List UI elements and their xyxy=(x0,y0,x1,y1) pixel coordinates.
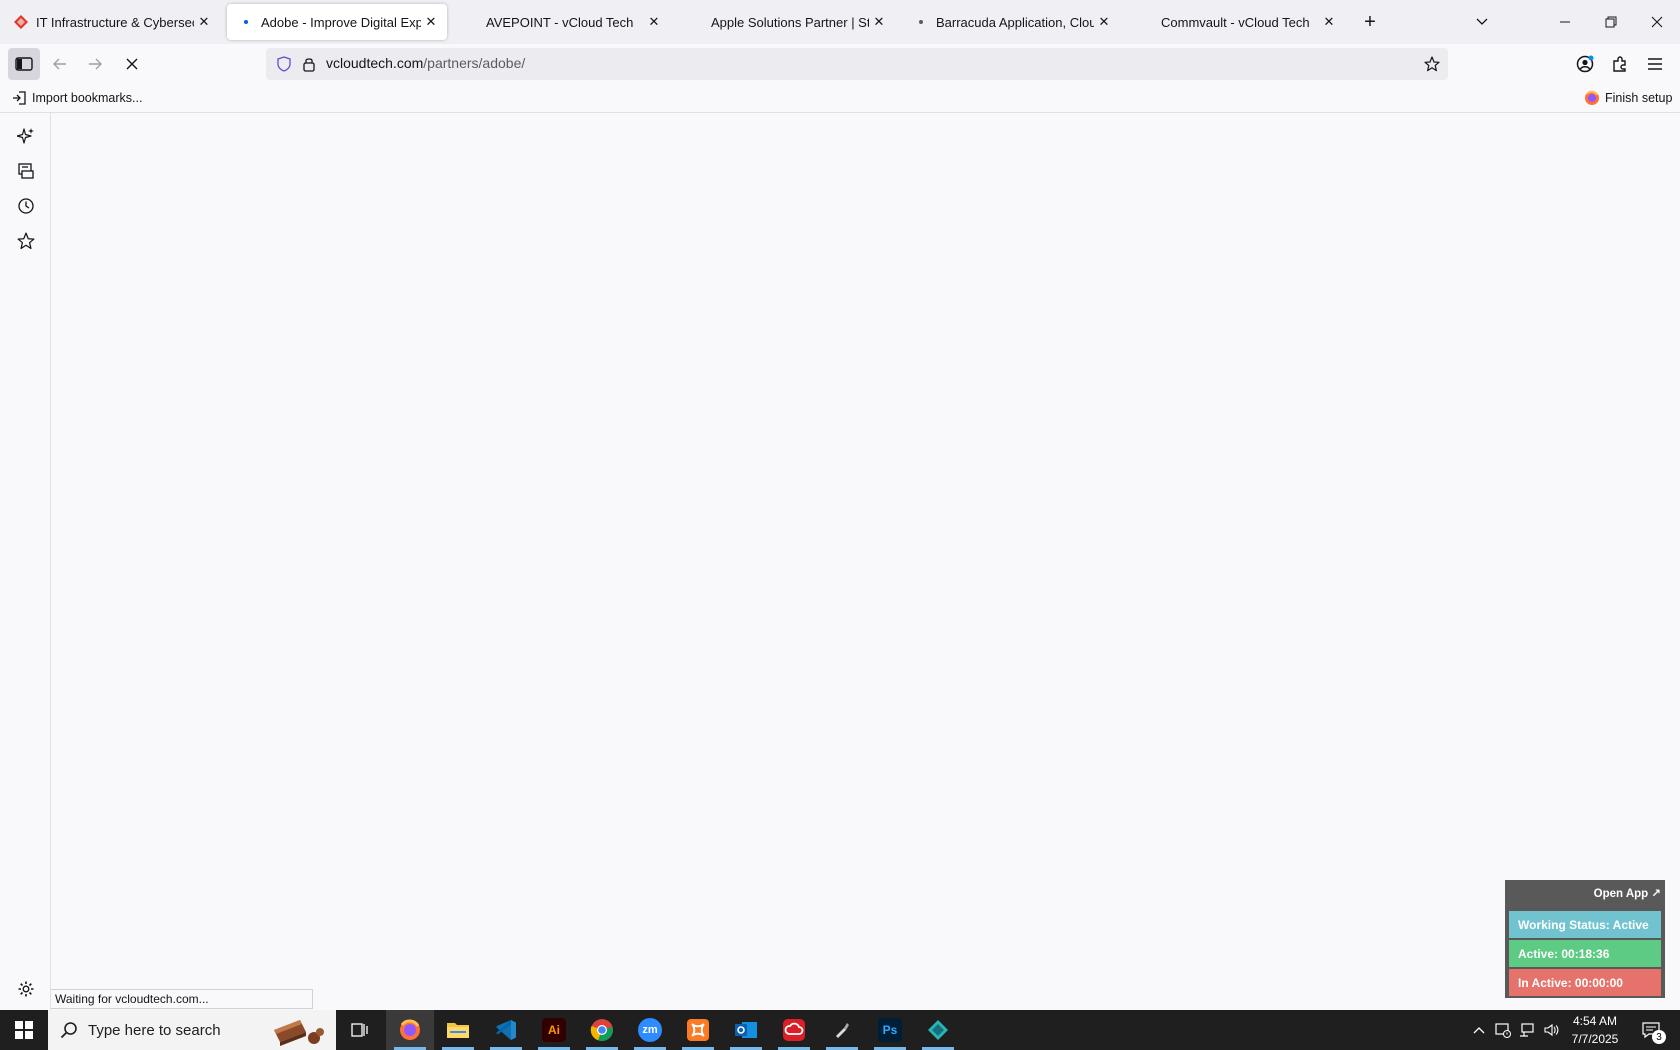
active-time-row: Active: 00:18:36 xyxy=(1509,940,1661,967)
taskbar-search-box[interactable]: Type here to search xyxy=(48,1010,336,1050)
tab-commvault[interactable]: Commvault - vCloud Tech ✕ xyxy=(1127,4,1345,40)
windows-logo-icon xyxy=(15,1021,33,1039)
inactive-time-row: In Active: 00:00:00 xyxy=(1509,969,1661,996)
close-tab-icon[interactable]: ✕ xyxy=(869,12,889,32)
photoshop-icon[interactable]: Ps xyxy=(866,1010,914,1050)
import-bookmarks-label: Import bookmarks... xyxy=(32,91,143,105)
notification-count-badge: 3 xyxy=(1652,1030,1666,1044)
vscode-icon[interactable] xyxy=(482,1010,530,1050)
show-hidden-icons-chevron-icon[interactable] xyxy=(1468,1010,1490,1050)
close-tab-icon[interactable]: ✕ xyxy=(421,12,441,32)
windows-taskbar: Type here to search Ai zm Ps 4:54 AM 7/7… xyxy=(0,1010,1680,1050)
list-all-tabs-button[interactable] xyxy=(1467,8,1497,36)
tab-strip: IT Infrastructure & Cybersecurity ✕ Adob… xyxy=(0,0,1680,44)
xampp-icon[interactable] xyxy=(674,1010,722,1050)
url-text[interactable]: vcloudtech.com/partners/adobe/ xyxy=(326,55,525,73)
tab-title: AVEPOINT - vCloud Tech xyxy=(486,14,634,30)
close-tab-icon[interactable]: ✕ xyxy=(1094,12,1114,32)
pen-tool-icon[interactable] xyxy=(818,1010,866,1050)
bookmarks-star-icon[interactable] xyxy=(15,230,37,252)
clock-date: 7/7/2025 xyxy=(1571,1032,1619,1046)
page-content-area xyxy=(51,113,1680,1010)
firefox-icon[interactable] xyxy=(386,1010,434,1050)
security-tray-icon[interactable] xyxy=(1492,1010,1514,1050)
stop-loading-button[interactable] xyxy=(116,48,148,80)
bookmarks-toolbar: Import bookmarks... Finish setup xyxy=(0,84,1680,113)
red-diamond-icon xyxy=(12,13,30,31)
lock-icon[interactable] xyxy=(302,56,322,72)
close-window-button[interactable] xyxy=(1642,8,1672,36)
tab-title: Adobe - Improve Digital Experience xyxy=(261,14,421,30)
tab-title: IT Infrastructure & Cybersecurity xyxy=(36,14,194,30)
tab-avepoint[interactable]: AVEPOINT - vCloud Tech ✕ xyxy=(452,4,670,40)
firefox-icon xyxy=(1584,90,1600,106)
new-tab-button[interactable]: + xyxy=(1358,10,1382,34)
extensions-icon[interactable] xyxy=(1604,48,1636,80)
import-bookmarks-button[interactable]: Import bookmarks... xyxy=(12,88,142,108)
tab-barracuda[interactable]: Barracuda Application, Cloud Security ✕ xyxy=(902,4,1120,40)
sidebar xyxy=(0,113,51,1010)
history-clock-icon[interactable] xyxy=(15,195,37,217)
work-status-widget: Open App ↗ Working Status: Active Active… xyxy=(1505,880,1665,998)
navigation-toolbar: vcloudtech.com/partners/adobe/ xyxy=(0,44,1680,84)
finish-setup-button[interactable]: Finish setup xyxy=(1584,88,1672,108)
zoom-icon[interactable]: zm xyxy=(626,1010,674,1050)
notifications-icon[interactable]: 3 xyxy=(1634,1010,1668,1050)
back-button[interactable] xyxy=(44,48,76,80)
status-bar-text: Waiting for vcloudtech.com... xyxy=(51,989,313,1009)
network-icon[interactable] xyxy=(1516,1010,1538,1050)
close-tab-icon[interactable]: ✕ xyxy=(194,12,214,32)
minimize-button[interactable] xyxy=(1550,8,1580,36)
open-app-link[interactable]: Open App ↗ xyxy=(1594,886,1661,900)
illustrator-icon[interactable]: Ai xyxy=(530,1010,578,1050)
tab-apple[interactable]: Apple Solutions Partner | Streamline ✕ xyxy=(677,4,895,40)
working-status-row: Working Status: Active xyxy=(1509,911,1661,938)
search-icon xyxy=(60,1021,78,1039)
chrome-icon[interactable] xyxy=(578,1010,626,1050)
finish-setup-label: Finish setup xyxy=(1605,91,1673,105)
close-tab-icon[interactable]: ✕ xyxy=(1319,12,1339,32)
tab-title: Apple Solutions Partner | Streamline xyxy=(711,14,869,30)
volume-icon[interactable] xyxy=(1540,1010,1562,1050)
sidebar-toggle-button[interactable] xyxy=(8,48,40,80)
sidebar-settings-gear-icon[interactable] xyxy=(15,978,37,1000)
app-icon[interactable] xyxy=(914,1010,962,1050)
file-explorer-icon[interactable] xyxy=(434,1010,482,1050)
search-placeholder: Type here to search xyxy=(88,1021,221,1039)
tab-it-infrastructure[interactable]: IT Infrastructure & Cybersecurity ✕ xyxy=(2,4,220,40)
url-path: /partners/adobe/ xyxy=(423,55,526,71)
address-bar[interactable]: vcloudtech.com/partners/adobe/ xyxy=(266,48,1448,80)
menu-hamburger-icon[interactable] xyxy=(1639,48,1671,80)
synced-tabs-icon[interactable] xyxy=(15,160,37,182)
restore-button[interactable] xyxy=(1596,8,1626,36)
tab-adobe[interactable]: Adobe - Improve Digital Experience ✕ xyxy=(227,4,447,40)
close-tab-icon[interactable]: ✕ xyxy=(644,12,664,32)
search-highlight-cake-icon xyxy=(270,1012,326,1048)
tab-title: Commvault - vCloud Tech xyxy=(1161,14,1310,30)
account-icon[interactable] xyxy=(1569,48,1601,80)
loading-dot-icon xyxy=(912,13,930,31)
loading-dot-icon xyxy=(237,13,255,31)
url-domain: vcloudtech.com xyxy=(326,55,424,71)
task-view-icon[interactable] xyxy=(336,1010,384,1050)
clock-time: 4:54 AM xyxy=(1572,1014,1618,1028)
creative-cloud-icon[interactable] xyxy=(770,1010,818,1050)
tracking-protection-shield-icon[interactable] xyxy=(276,56,296,72)
bookmark-star-icon[interactable] xyxy=(1424,56,1440,72)
import-icon xyxy=(12,91,26,105)
ai-chatbot-sparkle-icon[interactable] xyxy=(15,125,37,147)
forward-button[interactable] xyxy=(79,48,111,80)
tab-title: Barracuda Application, Cloud Security xyxy=(936,14,1094,30)
outlook-icon[interactable] xyxy=(722,1010,770,1050)
taskbar-clock[interactable]: 4:54 AM 7/7/2025 xyxy=(1560,1012,1630,1048)
start-button[interactable] xyxy=(0,1010,48,1050)
